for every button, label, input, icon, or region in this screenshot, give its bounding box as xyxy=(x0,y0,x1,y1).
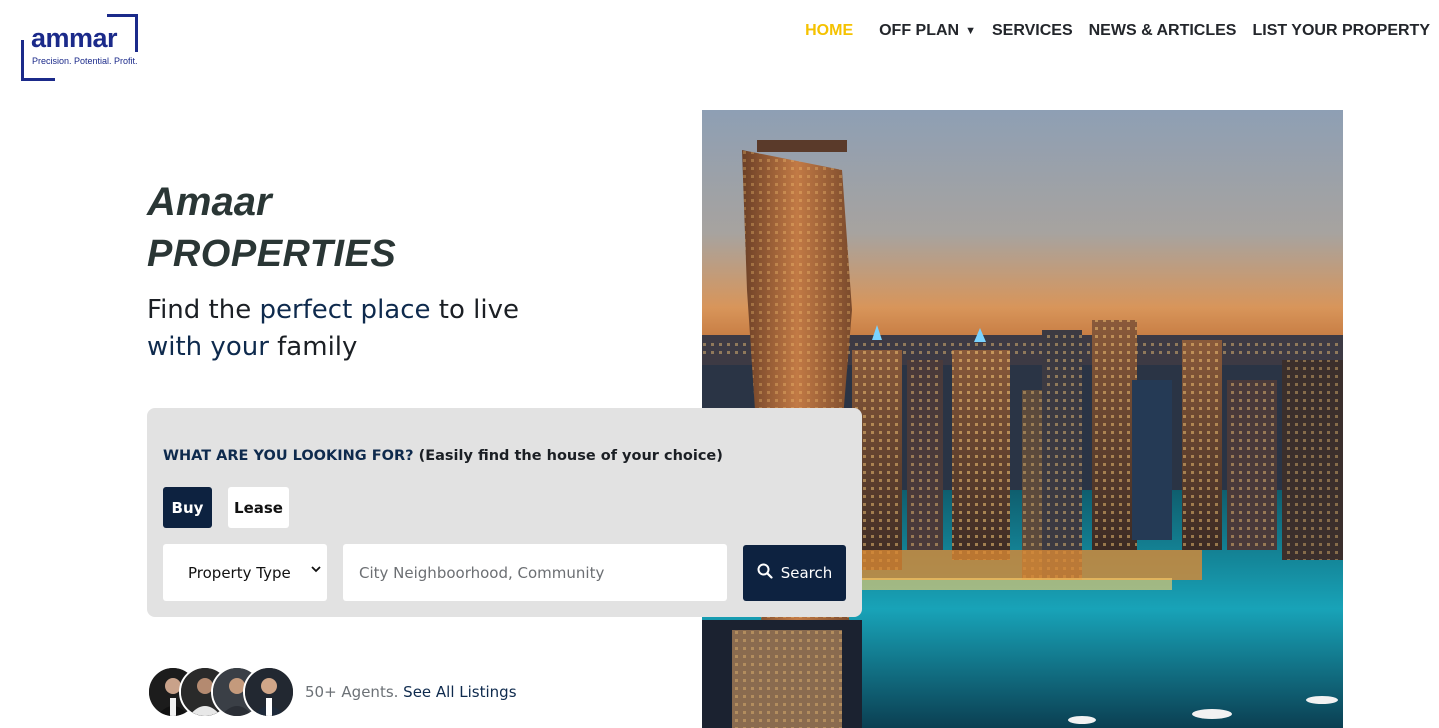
nav-off-plan[interactable]: OFF PLAN ▼ xyxy=(879,20,976,42)
page: ammar Precision. Potential. Profit. HOME… xyxy=(0,0,1439,728)
hero-tagline: Find the perfect place to live with your… xyxy=(147,292,567,366)
search-icon xyxy=(757,563,773,583)
logo-frame-top xyxy=(107,14,138,17)
agents-strip: 50+ Agents. See All Listings xyxy=(147,666,517,718)
lease-tab[interactable]: Lease xyxy=(228,487,289,528)
hero-brand-name: Amaar xyxy=(147,180,272,224)
tagline-part-1: Find the xyxy=(147,295,260,325)
brand-logo[interactable]: ammar Precision. Potential. Profit. xyxy=(21,14,139,81)
search-heading-highlight: WHAT ARE YOU LOOKING FOR? xyxy=(163,448,414,464)
chevron-down-icon xyxy=(311,563,321,578)
location-search-input[interactable] xyxy=(343,544,727,601)
buy-tab[interactable]: Buy xyxy=(163,487,212,528)
search-heading: WHAT ARE YOU LOOKING FOR? (Easily find t… xyxy=(163,448,723,464)
search-heading-subtext: (Easily find the house of your choice) xyxy=(413,448,723,464)
chevron-down-svg xyxy=(311,566,321,573)
agents-count: 50+ Agents. xyxy=(305,683,399,701)
nav-home[interactable]: HOME xyxy=(805,20,853,42)
property-type-value: Property Type xyxy=(188,563,291,582)
agents-caption: 50+ Agents. See All Listings xyxy=(305,683,517,701)
tagline-highlight-1: perfect place xyxy=(259,295,431,325)
main-nav: HOME OFF PLAN ▼ SERVICES NEWS & ARTICLES… xyxy=(805,20,1430,42)
tagline-part-2: to live xyxy=(430,295,519,325)
logo-tagline: Precision. Potential. Profit. xyxy=(32,56,138,66)
logo-frame-bottom xyxy=(21,78,55,81)
agent-avatar[interactable] xyxy=(243,666,295,718)
nav-off-plan-label: OFF PLAN xyxy=(879,22,960,39)
logo-frame-right xyxy=(135,14,138,52)
search-button[interactable]: Search xyxy=(743,545,846,601)
tagline-part-3: family xyxy=(268,332,358,362)
nav-services[interactable]: SERVICES xyxy=(992,20,1073,42)
search-button-label: Search xyxy=(780,564,833,582)
see-all-listings-link[interactable]: See All Listings xyxy=(398,683,516,701)
caret-down-icon: ▼ xyxy=(965,25,976,37)
tagline-highlight-2: with your xyxy=(147,332,269,362)
search-icon-svg xyxy=(757,563,773,579)
property-type-select[interactable]: Property Type xyxy=(163,544,327,601)
logo-wordmark: ammar xyxy=(31,23,118,53)
property-search-panel: WHAT ARE YOU LOOKING FOR? (Easily find t… xyxy=(147,408,862,617)
nav-news-articles[interactable]: NEWS & ARTICLES xyxy=(1089,20,1237,42)
hero-brand-subtitle: PROPERTIES xyxy=(147,233,397,275)
nav-list-property[interactable]: LIST YOUR PROPERTY xyxy=(1252,20,1430,42)
agent-avatar-4-image xyxy=(245,668,293,716)
logo-frame-left xyxy=(21,40,24,81)
